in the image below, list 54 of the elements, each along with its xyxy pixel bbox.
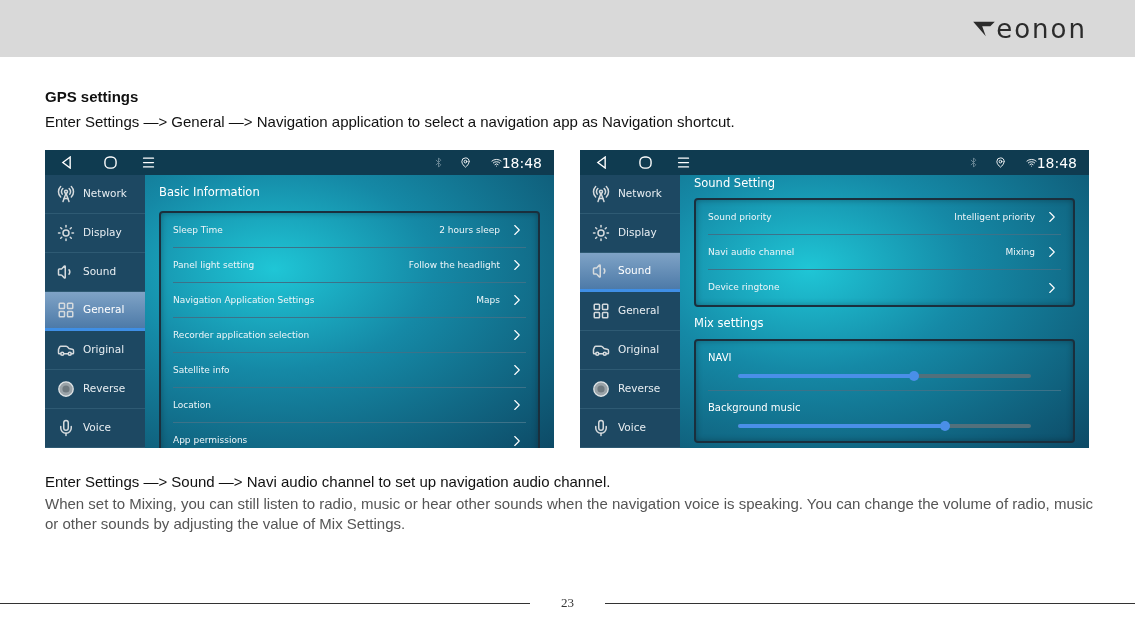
home-icon[interactable]	[104, 156, 117, 169]
sidebar-item[interactable]: Reverse	[45, 370, 145, 409]
sidebar-item[interactable]: Display	[45, 214, 145, 253]
disc-icon	[592, 380, 610, 398]
menu-icon[interactable]	[141, 155, 156, 170]
settings-row[interactable]: Sound priority Intelligent priority	[708, 200, 1061, 236]
settings-row[interactable]: Panel light setting Follow the headlight	[173, 248, 526, 284]
settings-row[interactable]: Location	[173, 388, 526, 424]
settings-row[interactable]: Navigation Application Settings Maps	[173, 283, 526, 319]
sidebar-item[interactable]: Network	[45, 175, 145, 214]
microphone-icon	[57, 419, 75, 437]
volume-slider[interactable]	[738, 370, 1031, 381]
slider-label: Background music	[708, 401, 802, 415]
back-icon[interactable]	[61, 156, 72, 169]
section-title: Sound Setting	[694, 175, 777, 192]
slider-label: NAVI	[708, 350, 733, 365]
logo-wordmark: eonon	[996, 15, 1087, 42]
wifi-icon	[1025, 157, 1037, 168]
clock-time: 18:48	[1036, 155, 1077, 170]
grid-icon	[592, 302, 610, 320]
volume-slider[interactable]	[738, 421, 1031, 431]
sun-icon	[57, 224, 75, 242]
home-icon[interactable]	[639, 156, 652, 169]
back-icon[interactable]	[596, 156, 607, 169]
sidebar-item[interactable]: Original	[580, 331, 680, 370]
wifi-icon	[490, 157, 502, 168]
section-heading: GPS settings	[45, 87, 140, 107]
location-icon	[994, 157, 1006, 168]
antenna-icon	[592, 185, 610, 203]
page-number: 23	[560, 594, 575, 613]
sidebar-item[interactable]: Voice	[45, 409, 145, 448]
sidebar-item[interactable]: Voice	[580, 409, 680, 448]
intro-text: Enter Settings —> General —> Navigation application to select a navigation app as Navigation shortcut.	[45, 112, 736, 132]
clock-time: 18:48	[501, 155, 542, 170]
disc-icon	[57, 380, 75, 398]
settings-row[interactable]: Satellite info	[173, 353, 526, 389]
instruction-text: Enter Settings —> Sound —> Navi audio channel to set up navigation audio channel.	[45, 472, 612, 492]
sidebar-item[interactable]: Reverse	[580, 370, 680, 409]
settings-row[interactable]: App permissions	[173, 423, 526, 448]
sidebar-item[interactable]: Original	[45, 331, 145, 370]
location-icon	[459, 157, 471, 168]
grid-icon	[57, 301, 75, 319]
settings-row[interactable]: Navi audio channel Mixing	[708, 235, 1061, 271]
logo-icon	[972, 19, 997, 38]
microphone-icon	[592, 419, 610, 437]
settings-row[interactable]: Sleep Time 2 hours sleep	[173, 213, 526, 249]
description-text: When set to Mixing, you can still listen to radio, music or hear other sounds when the navigation voice is speaking. You can change the volume of radio, music or other sounds by adjusting the value of Mix Settings.	[45, 494, 1095, 534]
antenna-icon	[57, 185, 75, 203]
sidebar-item[interactable]: General	[580, 292, 680, 331]
section-title: Basic Information	[159, 184, 261, 201]
menu-icon[interactable]	[676, 155, 691, 170]
sidebar-item[interactable]: Network	[580, 175, 680, 214]
sun-icon	[592, 224, 610, 242]
section-title: Mix settings	[694, 315, 765, 333]
